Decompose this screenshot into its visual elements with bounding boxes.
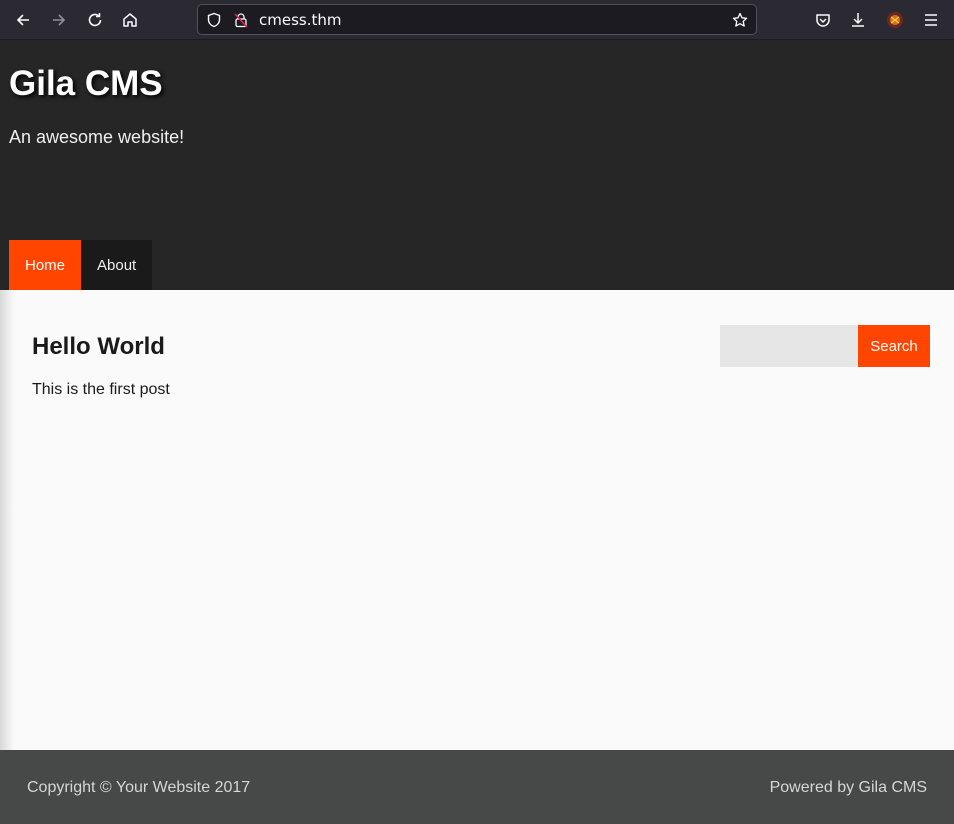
site-header: Gila CMS An awesome website! Home About xyxy=(0,40,954,290)
browser-toolbar: cmess.thm xyxy=(0,0,954,40)
site-footer: Copyright © Your Website 2017 Powered by… xyxy=(0,750,954,824)
back-icon[interactable] xyxy=(9,6,37,34)
footer-powered-by: Powered by Gila CMS xyxy=(769,779,927,796)
menu-icon[interactable] xyxy=(917,6,945,34)
reload-icon[interactable] xyxy=(81,6,109,34)
url-text[interactable]: cmess.thm xyxy=(259,11,342,29)
forward-icon[interactable] xyxy=(45,6,73,34)
address-bar[interactable]: cmess.thm xyxy=(197,4,757,35)
content-shadow xyxy=(0,290,14,750)
site-title[interactable]: Gila CMS xyxy=(9,64,163,104)
bookmark-star-icon[interactable] xyxy=(732,12,748,28)
footer-copyright: Copyright © Your Website 2017 xyxy=(27,779,251,796)
shield-icon[interactable] xyxy=(206,12,222,28)
download-icon[interactable] xyxy=(844,6,872,34)
search-input[interactable] xyxy=(720,325,858,367)
home-icon[interactable] xyxy=(116,6,144,34)
pocket-icon[interactable] xyxy=(809,6,837,34)
lock-icon[interactable] xyxy=(233,12,249,28)
site-tagline: An awesome website! xyxy=(9,127,185,147)
nav-item-home[interactable]: Home xyxy=(9,240,82,290)
post-body: This is the first post xyxy=(32,381,170,398)
search-button[interactable]: Search xyxy=(858,325,930,367)
extension-icon[interactable] xyxy=(881,6,909,34)
main-nav: Home About xyxy=(9,240,153,290)
post-title[interactable]: Hello World xyxy=(32,333,165,361)
nav-item-about[interactable]: About xyxy=(81,240,153,290)
